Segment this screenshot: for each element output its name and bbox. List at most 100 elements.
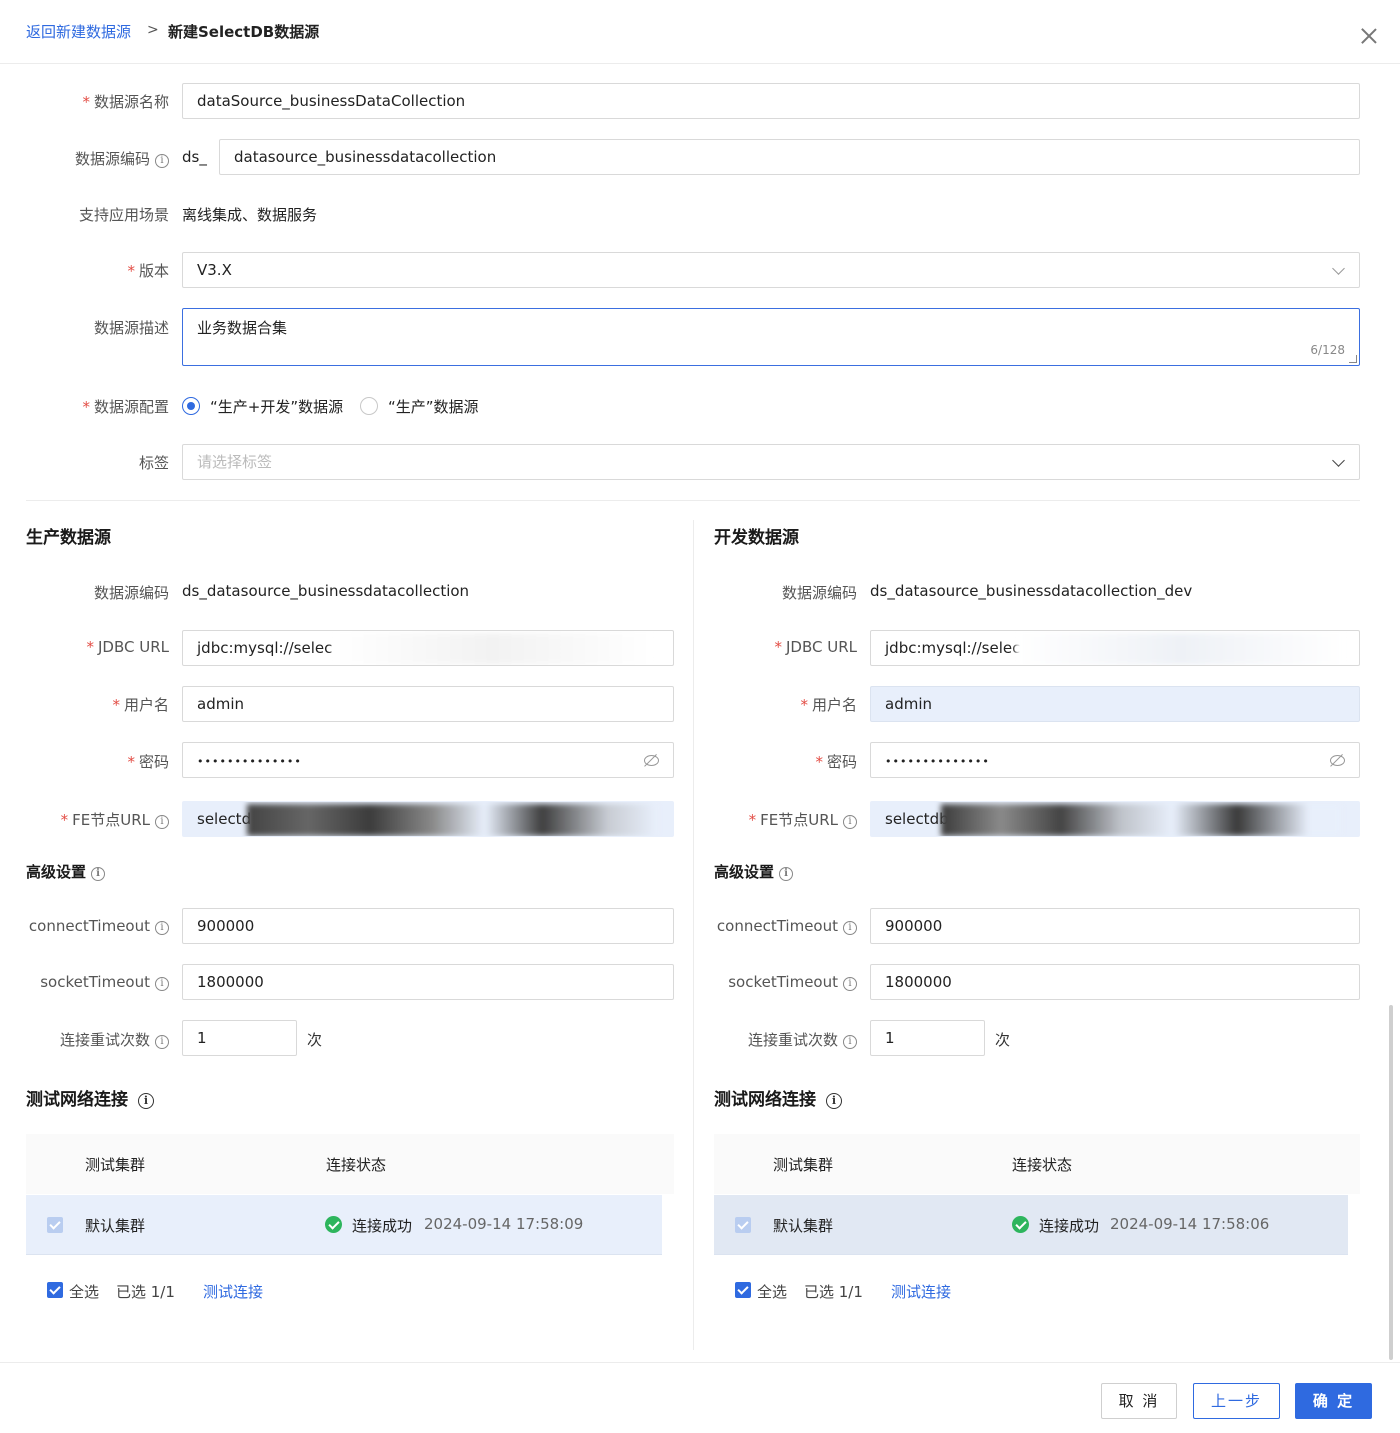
info-icon[interactable]: i xyxy=(138,1093,154,1109)
description-label: 数据源描述 xyxy=(93,319,169,337)
prod-username-label: * 用户名 xyxy=(112,696,169,714)
cancel-button[interactable]: 取 消 xyxy=(1101,1383,1177,1419)
dev-username-input[interactable]: admin xyxy=(870,686,1360,722)
prod-username-input[interactable]: admin xyxy=(182,686,674,722)
info-icon[interactable]: i xyxy=(826,1093,842,1109)
description-value: 业务数据合集 xyxy=(197,319,288,337)
row-checkbox[interactable] xyxy=(47,1217,63,1233)
dev-socket-input[interactable]: 1800000 xyxy=(870,964,1360,1000)
prod-fe-value: selectd xyxy=(197,810,252,828)
dev-username-label: * 用户名 xyxy=(800,696,857,714)
radio-prod-dev-label[interactable]: “生产+开发”数据源 xyxy=(210,396,343,417)
prod-fe-label: * FE节点URL i xyxy=(61,809,169,830)
column-divider xyxy=(693,520,694,1350)
dev-retry-label: 连接重试次数 i xyxy=(748,1029,857,1050)
dev-select-all-checkbox[interactable] xyxy=(735,1282,751,1298)
dev-fe-value: selectdb xyxy=(885,810,949,828)
row-time: 2024-09-14 17:58:09 xyxy=(424,1215,584,1233)
info-icon[interactable]: i xyxy=(155,154,169,168)
info-icon[interactable]: i xyxy=(155,921,169,935)
redacted-blur xyxy=(247,804,657,836)
col-cluster: 测试集群 xyxy=(85,1156,146,1174)
previous-step-button[interactable]: 上一步 xyxy=(1193,1383,1280,1419)
prod-fe-input[interactable]: selectd xyxy=(182,801,674,837)
prod-selected-count: 已选 1/1 xyxy=(116,1283,175,1301)
prod-select-all-checkbox[interactable] xyxy=(47,1282,63,1298)
dev-fe-input[interactable]: selectdb xyxy=(870,801,1360,837)
dev-connect-label: connectTimeout i xyxy=(717,917,857,935)
scenario-value: 离线集成、数据服务 xyxy=(182,206,318,224)
prod-table-header: 测试集群 连接状态 xyxy=(26,1134,674,1194)
row-status: 连接成功 xyxy=(1039,1217,1100,1235)
prod-socket-input[interactable]: 1800000 xyxy=(182,964,674,1000)
code-input[interactable]: datasource_businessdatacollection xyxy=(219,139,1360,175)
back-link[interactable]: 返回新建数据源 xyxy=(26,21,131,42)
confirm-button[interactable]: 确 定 xyxy=(1295,1383,1372,1419)
dev-test-connection-link[interactable]: 测试连接 xyxy=(891,1281,951,1302)
info-icon[interactable]: i xyxy=(91,867,106,881)
table-row: 默认集群 连接成功 2024-09-14 17:58:09 xyxy=(26,1195,662,1255)
dev-code-label: 数据源编码 xyxy=(781,584,857,602)
dev-password-value: •••••••••••••• xyxy=(885,755,990,768)
page-title: 新建SelectDB数据源 xyxy=(168,23,320,41)
prod-password-input[interactable]: •••••••••••••• xyxy=(182,742,674,778)
prod-retry-input[interactable]: 1 xyxy=(182,1020,297,1056)
eye-off-icon[interactable] xyxy=(1329,753,1345,767)
radio-prod-dev[interactable] xyxy=(182,397,200,415)
close-icon[interactable] xyxy=(1360,27,1378,45)
dev-select-all-label[interactable]: 全选 xyxy=(757,1281,787,1302)
prod-jdbc-input[interactable]: jdbc:mysql://selec xyxy=(182,630,674,666)
info-icon[interactable]: i xyxy=(843,815,857,829)
description-textarea[interactable]: 业务数据合集 6/128 xyxy=(182,308,1360,366)
radio-prod-only-label[interactable]: “生产”数据源 xyxy=(388,396,479,417)
dev-retry-input[interactable]: 1 xyxy=(870,1020,985,1056)
radio-prod-only[interactable] xyxy=(360,397,378,415)
tags-select[interactable]: 请选择标签 xyxy=(182,444,1360,480)
dev-advanced-title: 高级设置 i xyxy=(714,861,794,882)
prod-test-connection-link[interactable]: 测试连接 xyxy=(203,1281,263,1302)
version-select[interactable]: V3.X xyxy=(182,252,1360,288)
dev-test-title: 测试网络连接 i xyxy=(714,1085,842,1110)
dev-jdbc-label: * JDBC URL xyxy=(774,638,857,656)
dev-connect-input[interactable]: 900000 xyxy=(870,908,1360,944)
dev-password-input[interactable]: •••••••••••••• xyxy=(870,742,1360,778)
tags-label: 标签 xyxy=(138,454,169,472)
info-icon[interactable]: i xyxy=(843,977,857,991)
prod-socket-label: socketTimeout i xyxy=(40,973,169,991)
redacted-blur xyxy=(1016,633,1346,665)
info-icon[interactable]: i xyxy=(155,815,169,829)
info-icon[interactable]: i xyxy=(843,1035,857,1049)
info-icon[interactable]: i xyxy=(843,921,857,935)
row-status: 连接成功 xyxy=(352,1217,413,1235)
scenario-label: 支持应用场景 xyxy=(78,206,169,224)
prod-jdbc-label: * JDBC URL xyxy=(86,638,169,656)
name-input[interactable]: dataSource_businessDataCollection xyxy=(182,83,1360,119)
resize-handle[interactable] xyxy=(1349,355,1357,363)
prod-connect-input[interactable]: 900000 xyxy=(182,908,674,944)
dev-jdbc-value: jdbc:mysql://selec xyxy=(885,639,1021,657)
dev-code-value: ds_datasource_businessdatacollection_dev xyxy=(870,582,1193,600)
prod-code-label: 数据源编码 xyxy=(93,584,169,602)
info-icon[interactable]: i xyxy=(155,977,169,991)
row-checkbox[interactable] xyxy=(735,1217,751,1233)
chevron-down-icon xyxy=(1332,454,1345,467)
info-icon[interactable]: i xyxy=(779,867,794,881)
eye-off-icon[interactable] xyxy=(643,753,659,767)
check-circle-icon xyxy=(1012,1216,1029,1233)
dialog-header: 返回新建数据源 > 新建SelectDB数据源 xyxy=(0,0,1400,64)
dev-retry-unit: 次 xyxy=(995,1031,1011,1049)
info-icon[interactable]: i xyxy=(155,1035,169,1049)
dev-password-label: * 密码 xyxy=(815,753,857,771)
section-divider xyxy=(26,500,1360,501)
prod-retry-label: 连接重试次数 i xyxy=(60,1029,169,1050)
dev-fe-label: * FE节点URL i xyxy=(749,809,857,830)
name-label: * 数据源名称 xyxy=(82,93,169,111)
development-title: 开发数据源 xyxy=(714,528,799,548)
prod-select-all-label[interactable]: 全选 xyxy=(69,1281,99,1302)
version-value: V3.X xyxy=(197,261,232,279)
scrollbar[interactable] xyxy=(1389,1005,1393,1360)
col-status: 连接状态 xyxy=(1012,1156,1073,1174)
code-label: 数据源编码 i xyxy=(75,148,169,169)
check-circle-icon xyxy=(325,1216,342,1233)
dev-jdbc-input[interactable]: jdbc:mysql://selec xyxy=(870,630,1360,666)
